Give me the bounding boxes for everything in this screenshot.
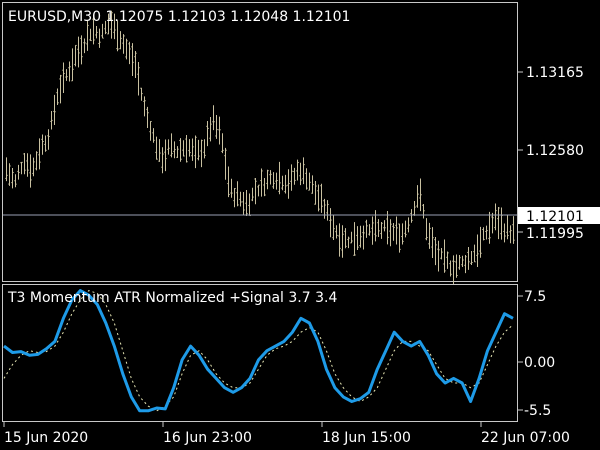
time-label: 15 Jun 2020 <box>4 430 88 446</box>
indicator-title: T3 Momentum ATR Normalized +Signal 3.7 3… <box>7 290 337 306</box>
time-axis: 15 Jun 2020 16 Jun 23:00 18 Jun 15:00 22… <box>3 422 570 446</box>
indicator-tick: -5.5 <box>524 403 551 419</box>
indicator-axis: 7.5 0.00 -5.5 <box>517 289 555 419</box>
price-tick: 1.12580 <box>526 143 584 159</box>
symbol-title: EURUSD,M30 1.12075 1.12103 1.12048 1.121… <box>8 9 350 25</box>
trading-chart[interactable]: EURUSD,M30 1.12075 1.12103 1.12048 1.121… <box>0 0 600 450</box>
current-price-label: 1.12101 <box>518 207 600 225</box>
price-tick: 1.13165 <box>526 65 584 81</box>
svg-text:1.12101: 1.12101 <box>526 209 584 225</box>
price-panel[interactable] <box>2 2 518 282</box>
time-label: 18 Jun 15:00 <box>322 430 411 446</box>
time-label: 16 Jun 23:00 <box>163 430 252 446</box>
time-label: 22 Jun 07:00 <box>481 430 570 446</box>
indicator-tick: 7.5 <box>524 289 546 305</box>
price-tick: 1.11995 <box>526 226 584 242</box>
indicator-tick: 0.00 <box>524 355 555 371</box>
